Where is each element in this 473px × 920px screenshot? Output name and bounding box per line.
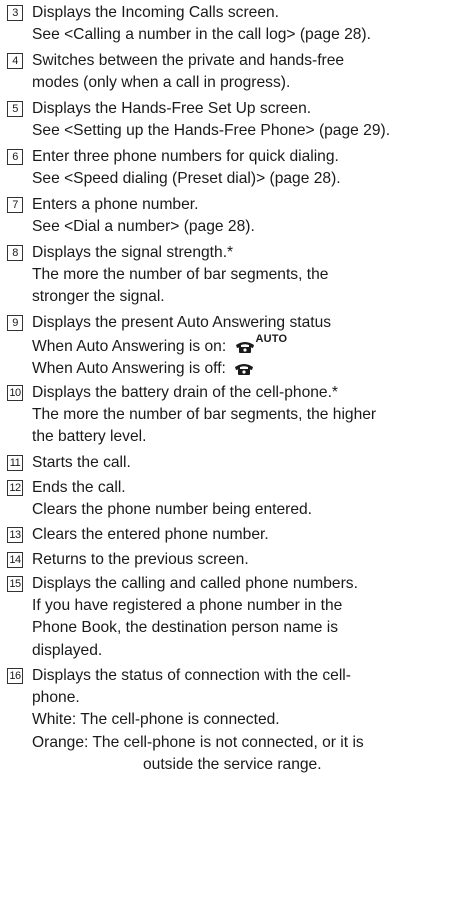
- item-number-badge: 7: [7, 197, 23, 213]
- item-text: Returns to the previous screen.: [32, 551, 249, 568]
- list-item-10: 10 Displays the battery drain of the cel…: [7, 382, 473, 449]
- item-text: Displays the signal strength.*: [32, 244, 234, 261]
- item-number-badge: 16: [7, 668, 23, 684]
- item-text: The more the number of bar segments, the: [32, 266, 329, 284]
- auto-answer-on-line: When Auto Answering is on: AUTO: [32, 334, 473, 358]
- item-number-badge: 12: [7, 480, 23, 496]
- list-item-4: 4 Switches between the private and hands…: [7, 50, 473, 94]
- item-number-badge: 3: [7, 5, 23, 21]
- item-text: phone.: [32, 689, 80, 707]
- item-number-badge: 5: [7, 101, 23, 117]
- item-text: Enters a phone number.: [32, 196, 199, 213]
- item-text: Starts the call.: [32, 454, 131, 471]
- list-item-6: 6 Enter three phone numbers for quick di…: [7, 146, 473, 190]
- phone-icon: [235, 364, 254, 376]
- list-item-9: 9 Displays the present Auto Answering st…: [7, 312, 473, 381]
- item-number-badge: 8: [7, 245, 23, 261]
- item-number-badge: 15: [7, 576, 23, 592]
- item-text: Orange: The cell-phone is not connected,…: [32, 733, 364, 751]
- item-text: See <Dial a number> (page 28).: [32, 218, 255, 236]
- item-text: Clears the entered phone number.: [32, 526, 269, 543]
- auto-label: AUTO: [255, 333, 288, 346]
- auto-answer-off-line: When Auto Answering is off:: [32, 358, 473, 380]
- item-text: Displays the Hands-Free Set Up screen.: [32, 100, 312, 117]
- list-item-16: 16 Displays the status of connection wit…: [7, 665, 473, 776]
- item-number-badge: 4: [7, 53, 23, 69]
- item-text: When Auto Answering is off:: [32, 360, 231, 378]
- list-item-15: 15 Displays the calling and called phone…: [7, 573, 473, 662]
- list-item-13: 13 Clears the entered phone number.: [7, 524, 473, 546]
- manual-page: 3 Displays the Incoming Calls screen. Se…: [0, 0, 473, 920]
- list-item-14: 14 Returns to the previous screen.: [7, 549, 473, 571]
- item-text: See <Setting up the Hands-Free Phone> (p…: [32, 122, 391, 140]
- list-item-11: 11 Starts the call.: [7, 452, 473, 474]
- item-text: See <Speed dialing (Preset dial)> (page …: [32, 170, 341, 188]
- item-text: the battery level.: [32, 428, 147, 446]
- item-number-badge: 9: [7, 315, 23, 331]
- item-text: The more the number of bar segments, the…: [32, 406, 377, 424]
- item-text: Phone Book, the destination person name …: [32, 619, 339, 637]
- item-text: See <Calling a number in the call log> (…: [32, 26, 371, 44]
- item-text: Displays the present Auto Answering stat…: [32, 314, 332, 331]
- item-text: If you have registered a phone number in…: [32, 597, 343, 615]
- item-number-badge: 11: [7, 455, 23, 471]
- item-number-badge: 10: [7, 385, 23, 401]
- item-text: Ends the call.: [32, 479, 126, 496]
- list-item-8: 8 Displays the signal strength.* The mor…: [7, 242, 473, 309]
- item-text: Displays the calling and called phone nu…: [32, 575, 358, 592]
- list-item-12: 12 Ends the call. Clears the phone numbe…: [7, 477, 473, 521]
- item-number-badge: 14: [7, 552, 23, 568]
- list-item-7: 7 Enters a phone number. See <Dial a num…: [7, 194, 473, 238]
- item-text: Displays the Incoming Calls screen.: [32, 4, 280, 21]
- item-text: Displays the battery drain of the cell-p…: [32, 384, 338, 401]
- item-text: White: The cell-phone is connected.: [32, 711, 280, 729]
- item-text: Displays the status of connection with t…: [32, 667, 351, 684]
- list-item-5: 5 Displays the Hands-Free Set Up screen.…: [7, 98, 473, 142]
- item-text: modes (only when a call in progress).: [32, 74, 291, 92]
- phone-auto-icon: [235, 342, 254, 354]
- item-text: Switches between the private and hands-f…: [32, 52, 345, 69]
- item-text: outside the service range.: [143, 755, 322, 773]
- item-text: displayed.: [32, 641, 103, 659]
- list-item-3: 3 Displays the Incoming Calls screen. Se…: [7, 2, 473, 46]
- item-text: When Auto Answering is on:: [32, 338, 231, 356]
- item-text: stronger the signal.: [32, 288, 165, 306]
- item-text: Enter three phone numbers for quick dial…: [32, 148, 339, 165]
- item-number-badge: 6: [7, 149, 23, 165]
- item-number-badge: 13: [7, 527, 23, 543]
- item-text: Clears the phone number being entered.: [32, 501, 313, 519]
